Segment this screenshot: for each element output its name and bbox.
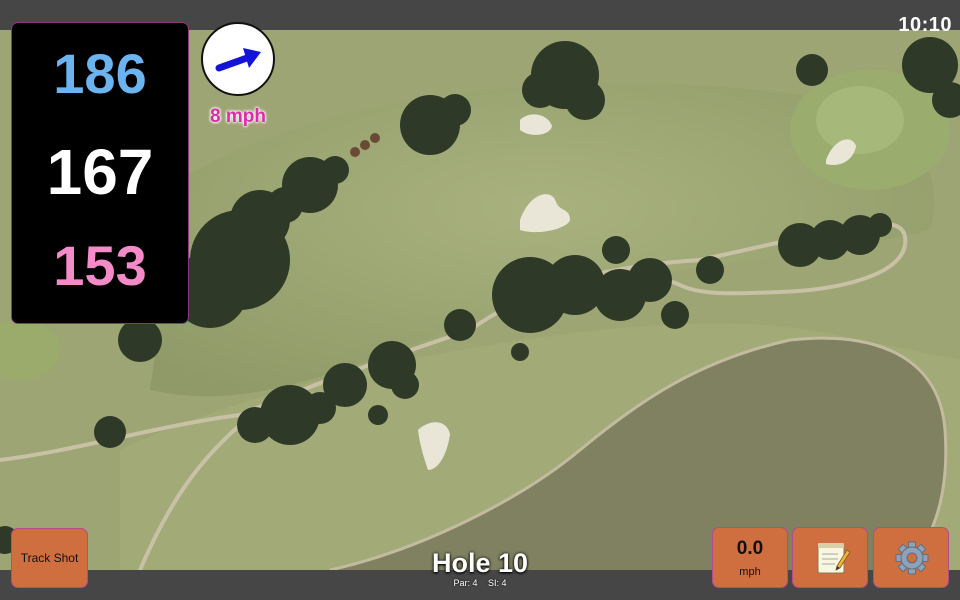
notepad-icon [817, 543, 851, 574]
front-distance: 153 [53, 234, 147, 297]
hole-info: Par: 4 SI: 4 [380, 578, 580, 588]
speed-button[interactable]: 0.0 mph [712, 527, 788, 588]
wind-speed: 8 mph [210, 106, 266, 127]
hole-title: Hole 10 [431, 548, 529, 578]
wind-indicator [201, 22, 275, 96]
track-shot-label: Track Shot [20, 551, 79, 565]
distance-panel: 186 167 153 [11, 22, 189, 324]
hole-par: Par: 4 [453, 578, 478, 588]
clock: 10:10 [898, 14, 952, 36]
hole-stroke-index: SI: 4 [488, 578, 507, 588]
center-distance: 167 [46, 136, 154, 208]
back-distance: 186 [53, 42, 147, 105]
settings-button[interactable] [873, 527, 949, 588]
speed-value: 0.0 [736, 538, 764, 559]
track-shot-button[interactable]: Track Shot [11, 528, 88, 588]
notes-button[interactable] [792, 527, 868, 588]
gear-icon [895, 541, 929, 575]
speed-unit: mph [739, 566, 761, 578]
arrow-right-icon [215, 48, 261, 72]
